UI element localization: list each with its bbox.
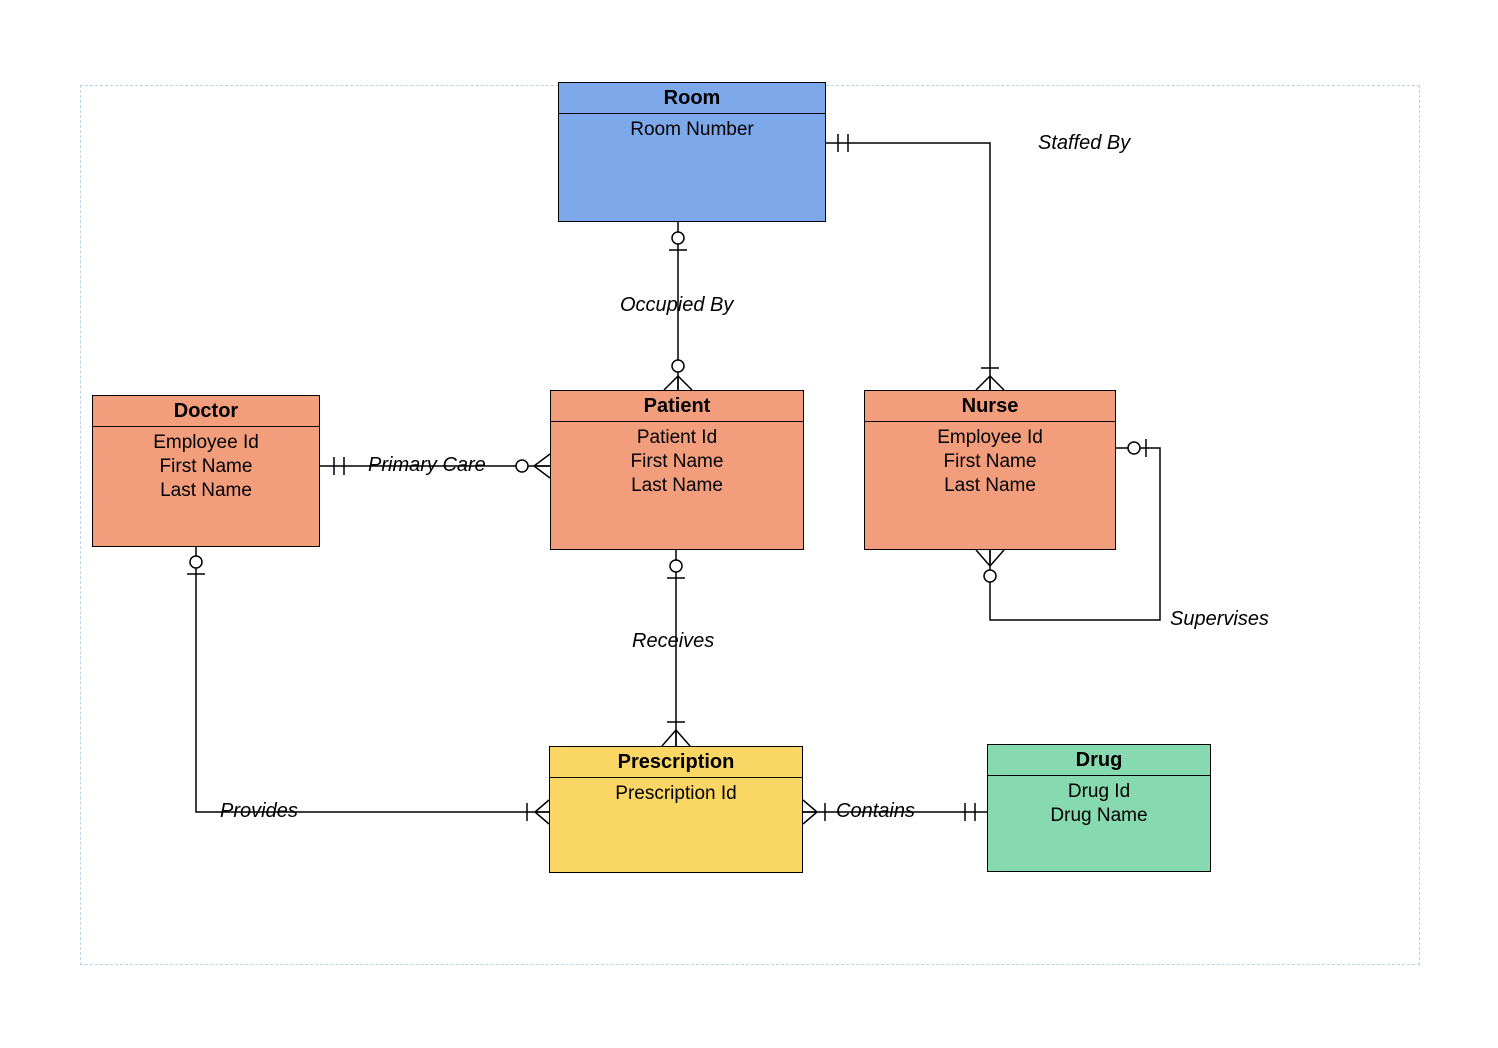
entity-attr: Last Name: [871, 474, 1109, 498]
relationship-contains-label: Contains: [836, 800, 915, 823]
entity-doctor-attrs: Employee Id First Name Last Name: [93, 427, 319, 546]
entity-attr: Last Name: [557, 474, 797, 498]
relationship-receives-label: Receives: [632, 630, 714, 653]
relationship-occupied-by-label: Occupied By: [620, 294, 733, 317]
entity-attr: Drug Name: [994, 804, 1204, 828]
entity-attr: First Name: [871, 450, 1109, 474]
relationship-supervises-label: Supervises: [1170, 608, 1269, 631]
entity-doctor[interactable]: Doctor Employee Id First Name Last Name: [92, 395, 320, 547]
relationship-provides-label: Provides: [220, 800, 298, 823]
entity-drug[interactable]: Drug Drug Id Drug Name: [987, 744, 1211, 872]
entity-nurse[interactable]: Nurse Employee Id First Name Last Name: [864, 390, 1116, 550]
entity-attr: Drug Id: [994, 780, 1204, 804]
relationship-primary-care-label: Primary Care: [368, 454, 486, 477]
entity-room[interactable]: Room Room Number: [558, 82, 826, 222]
entity-patient[interactable]: Patient Patient Id First Name Last Name: [550, 390, 804, 550]
entity-drug-title: Drug: [988, 745, 1210, 776]
entity-attr: Last Name: [99, 479, 313, 503]
relationship-staffed-by-label: Staffed By: [1038, 132, 1130, 155]
entity-nurse-title: Nurse: [865, 391, 1115, 422]
er-diagram-canvas: Room Room Number Doctor Employee Id Firs…: [0, 0, 1498, 1048]
entity-drug-attrs: Drug Id Drug Name: [988, 776, 1210, 871]
entity-attr: First Name: [99, 455, 313, 479]
entity-doctor-title: Doctor: [93, 396, 319, 427]
entity-attr: Employee Id: [99, 431, 313, 455]
entity-attr: Room Number: [565, 118, 819, 142]
entity-prescription-title: Prescription: [550, 747, 802, 778]
entity-attr: Patient Id: [557, 426, 797, 450]
entity-room-title: Room: [559, 83, 825, 114]
entity-attr: Prescription Id: [556, 782, 796, 806]
entity-prescription-attrs: Prescription Id: [550, 778, 802, 872]
entity-attr: Employee Id: [871, 426, 1109, 450]
entity-nurse-attrs: Employee Id First Name Last Name: [865, 422, 1115, 549]
entity-patient-title: Patient: [551, 391, 803, 422]
entity-attr: First Name: [557, 450, 797, 474]
entity-patient-attrs: Patient Id First Name Last Name: [551, 422, 803, 549]
entity-prescription[interactable]: Prescription Prescription Id: [549, 746, 803, 873]
entity-room-attrs: Room Number: [559, 114, 825, 221]
